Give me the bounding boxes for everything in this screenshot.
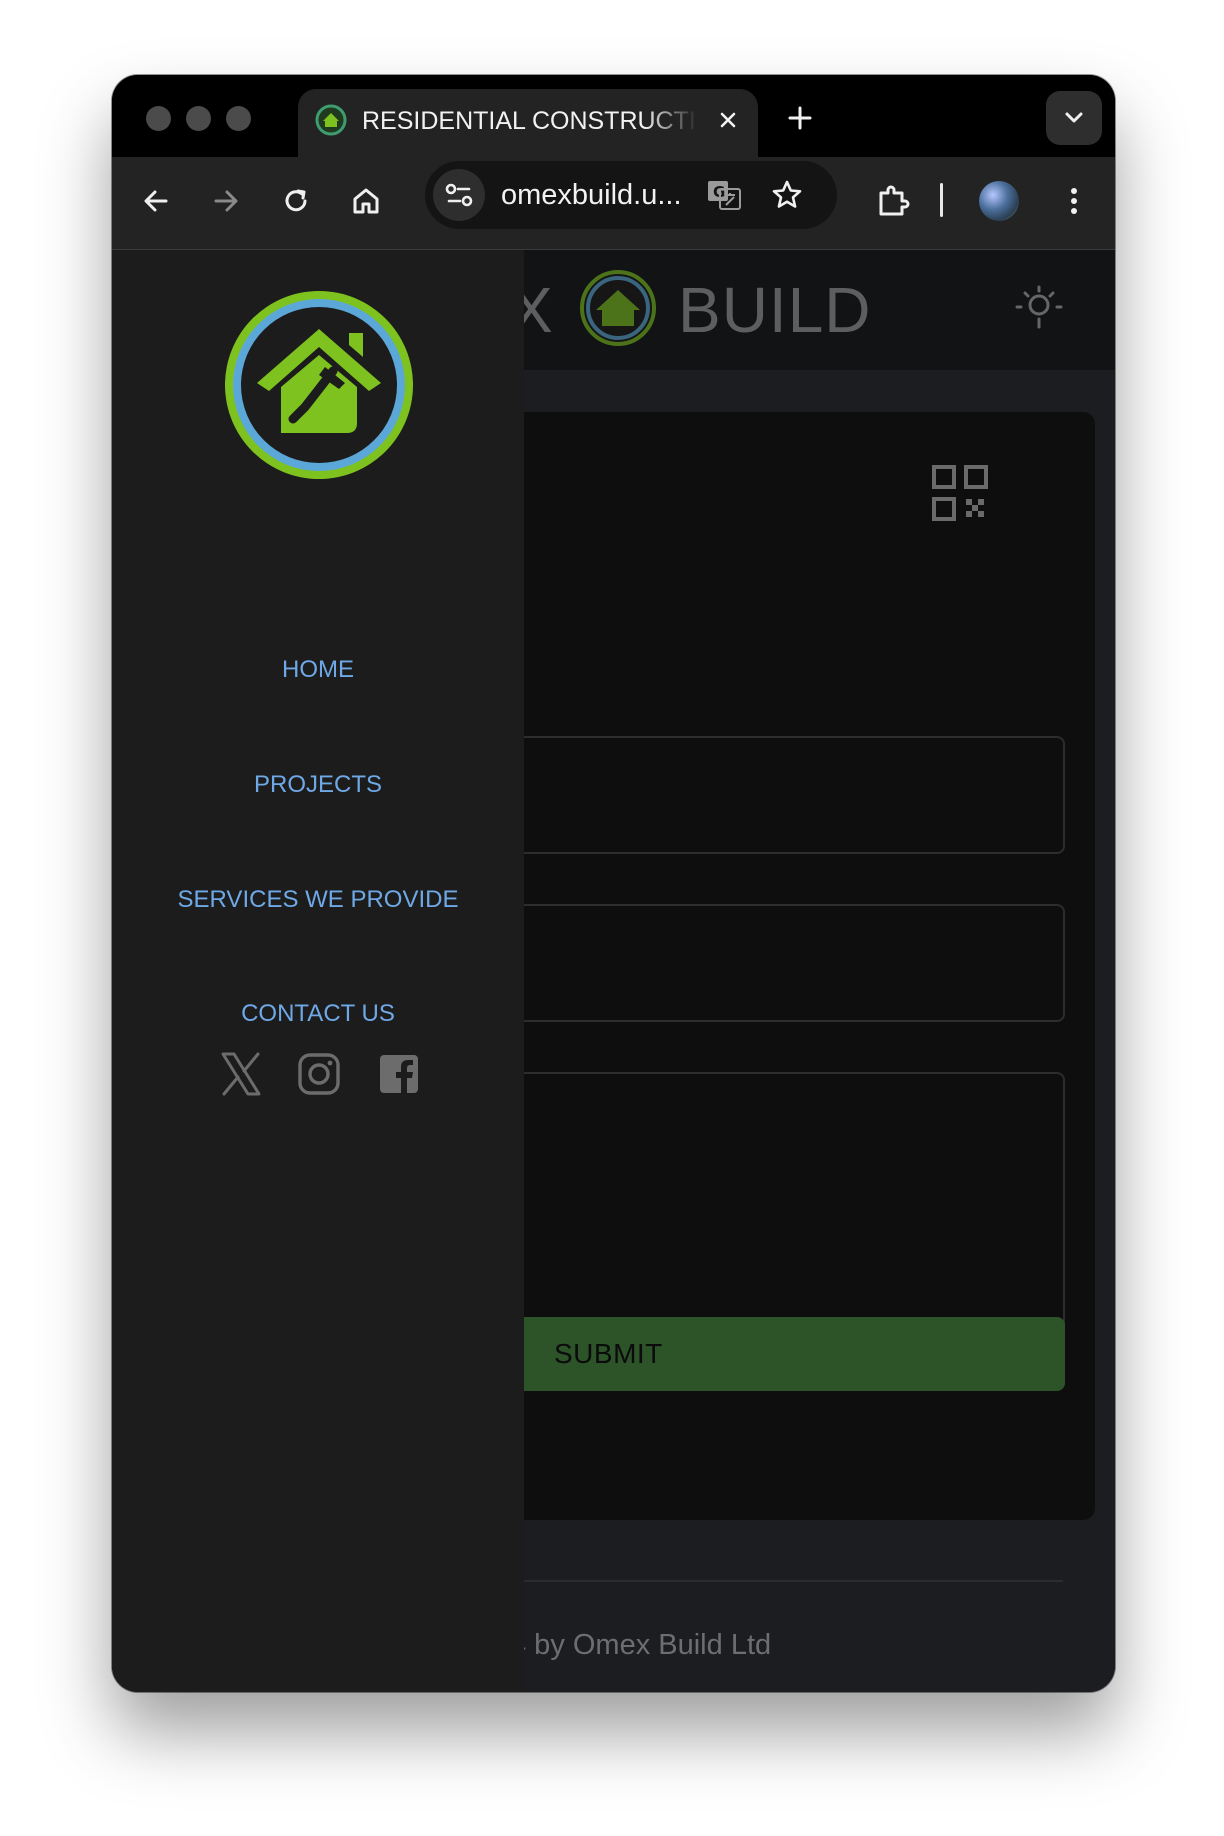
- close-window-button[interactable]: [146, 106, 171, 131]
- page-viewport: X BUILD SUBMIT 4 by Omex Build Ltd HOME …: [112, 250, 1115, 1692]
- profile-avatar[interactable]: [979, 181, 1019, 221]
- translate-icon[interactable]: G: [704, 175, 744, 215]
- nav-projects-link[interactable]: PROJECTS: [112, 770, 524, 800]
- nav-services-link[interactable]: SERVICES WE PROVIDE: [112, 885, 524, 915]
- theme-toggle-icon[interactable]: [1015, 283, 1063, 331]
- reload-icon[interactable]: [278, 183, 314, 219]
- company-logo-icon[interactable]: [221, 287, 417, 483]
- close-tab-icon[interactable]: [714, 106, 742, 134]
- minimize-window-button[interactable]: [186, 106, 211, 131]
- new-tab-icon[interactable]: [784, 102, 816, 134]
- address-bar[interactable]: omexbuild.u... G: [425, 161, 837, 229]
- maximize-window-button[interactable]: [226, 106, 251, 131]
- qr-code-icon[interactable]: [932, 465, 988, 521]
- more-menu-icon[interactable]: [1056, 183, 1092, 219]
- nav-contact-link[interactable]: CONTACT US: [112, 999, 524, 1029]
- home-icon[interactable]: [348, 183, 384, 219]
- site-favicon-icon: [315, 104, 347, 136]
- email-input[interactable]: [510, 904, 1065, 1022]
- brand-text-build[interactable]: BUILD: [678, 270, 872, 350]
- bookmark-star-icon[interactable]: [769, 177, 805, 213]
- instagram-icon[interactable]: [297, 1052, 341, 1096]
- brand-logo-icon[interactable]: [578, 268, 658, 348]
- footer-divider: [510, 1580, 1063, 1582]
- site-info-button[interactable]: [433, 169, 485, 221]
- browser-window: RESIDENTIAL CONSTRUCTION omexbuild.u... …: [112, 75, 1115, 1692]
- x-icon[interactable]: [219, 1052, 263, 1096]
- message-textarea[interactable]: [510, 1072, 1065, 1334]
- tab-search-button[interactable]: [1046, 91, 1102, 145]
- side-drawer: HOME PROJECTS SERVICES WE PROVIDE CONTAC…: [112, 250, 524, 1692]
- chevron-down-icon: [1065, 112, 1083, 123]
- footer-copyright: 4 by Omex Build Ltd: [510, 1629, 772, 1661]
- nav-home-link[interactable]: HOME: [112, 655, 524, 685]
- tab-title: RESIDENTIAL CONSTRUCTION: [362, 107, 698, 135]
- name-input[interactable]: [510, 736, 1065, 854]
- toolbar-divider: [940, 183, 943, 217]
- forward-icon[interactable]: [208, 183, 244, 219]
- facebook-icon[interactable]: [377, 1052, 421, 1096]
- tab-strip: RESIDENTIAL CONSTRUCTION: [112, 75, 1115, 157]
- url-text: omexbuild.u...: [501, 179, 682, 211]
- tune-icon: [445, 183, 473, 207]
- active-tab[interactable]: RESIDENTIAL CONSTRUCTION: [298, 89, 758, 157]
- extensions-icon[interactable]: [872, 181, 912, 221]
- back-icon[interactable]: [138, 183, 174, 219]
- submit-button[interactable]: SUBMIT: [510, 1317, 1065, 1391]
